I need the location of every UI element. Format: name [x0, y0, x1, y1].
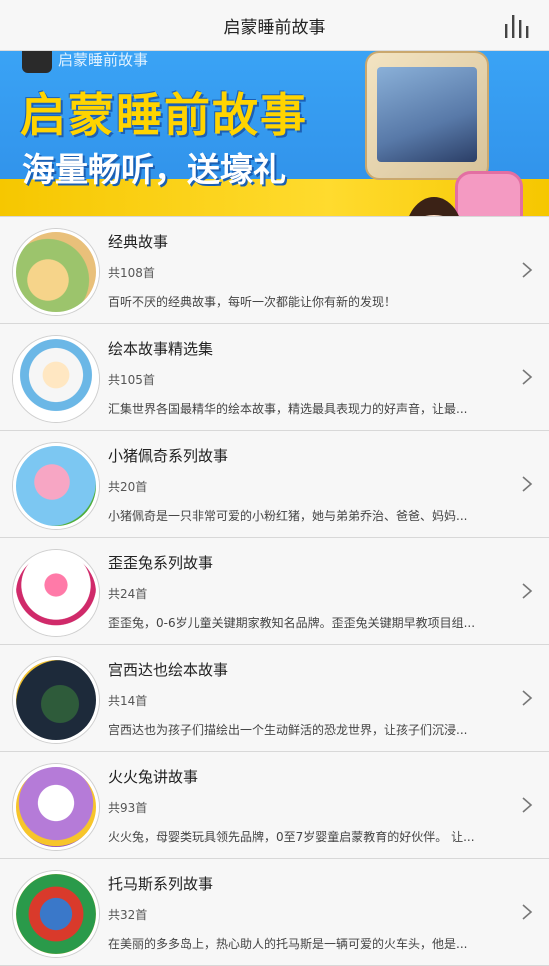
item-desc: 宫西达也为孩子们描绘出一个生动鲜活的恐龙世界，让孩子们沉浸... [108, 723, 468, 737]
banner-headline: 启蒙睡前故事 [20, 88, 308, 142]
app-logo-icon [22, 51, 52, 73]
item-desc: 小猪佩奇是一只非常可爱的小粉红猪，她与弟弟乔治、爸爸、妈妈... [108, 509, 468, 523]
chevron-right-icon [522, 369, 533, 385]
item-desc: 歪歪兔，0-6岁儿童关键期家教知名品牌。歪歪兔关键期早教项目组... [108, 616, 476, 630]
chevron-right-icon [522, 262, 533, 278]
list-item[interactable]: 火火兔讲故事 共93首 火火兔，母婴类玩具领先品牌，0至7岁婴童启蒙教育的好伙伴… [0, 752, 549, 859]
chevron-right-icon [522, 476, 533, 492]
item-count: 共20首 [108, 480, 148, 494]
item-title: 歪歪兔系列故事 [108, 554, 214, 572]
classic-story-thumb [13, 229, 99, 315]
item-count: 共108首 [108, 266, 155, 280]
list-item[interactable]: 托马斯系列故事 共32首 在美丽的多多岛上，热心助人的托马斯是一辆可爱的火车头，… [0, 859, 549, 966]
list-item[interactable]: 宫西达也绘本故事 共14首 宫西达也为孩子们描绘出一个生动鲜活的恐龙世界，让孩子… [0, 645, 549, 752]
item-count: 共32首 [108, 908, 148, 922]
list-item[interactable]: 绘本故事精选集 共105首 汇集世界各国最精华的绘本故事，精选最具表现力的好声音… [0, 324, 549, 431]
list-item[interactable]: 歪歪兔系列故事 共24首 歪歪兔，0-6岁儿童关键期家教知名品牌。歪歪兔关键期早… [0, 538, 549, 645]
peppa-pig-thumb [13, 443, 99, 529]
list-item[interactable]: 小猪佩奇系列故事 共20首 小猪佩奇是一只非常可爱的小粉红猪，她与弟弟乔治、爸爸… [0, 431, 549, 538]
item-count: 共24首 [108, 587, 148, 601]
item-count: 共14首 [108, 694, 148, 708]
item-title: 绘本故事精选集 [108, 340, 214, 358]
banner-slogan: 海量畅听，送壕礼 [22, 150, 286, 189]
thomas-thumb [13, 871, 99, 957]
chevron-right-icon [522, 690, 533, 706]
chevron-right-icon [522, 583, 533, 599]
item-desc: 汇集世界各国最精华的绘本故事，精选最具表现力的好声音，让最... [108, 402, 468, 416]
item-count: 共93首 [108, 801, 148, 815]
bars-icon[interactable] [503, 12, 531, 38]
banner-small-title: 启蒙睡前故事 [58, 51, 149, 69]
list-item[interactable]: 经典故事 共108首 百听不厌的经典故事，每听一次都能让你有新的发现！ [0, 216, 549, 324]
page-title: 启蒙睡前故事 [223, 17, 326, 38]
item-desc: 在美丽的多多岛上，热心助人的托马斯是一辆可爱的火车头，他是... [108, 937, 468, 951]
item-title: 托马斯系列故事 [108, 875, 214, 893]
story-list: 经典故事 共108首 百听不厌的经典故事，每听一次都能让你有新的发现！ 绘本故事… [0, 216, 549, 966]
item-count: 共105首 [108, 373, 155, 387]
picture-book-thumb [13, 336, 99, 422]
app-header: 启蒙睡前故事 [0, 0, 549, 51]
item-title: 宫西达也绘本故事 [108, 661, 229, 679]
smartwatch-image [455, 171, 523, 216]
item-title: 火火兔讲故事 [108, 768, 199, 786]
item-desc: 火火兔，母婴类玩具领先品牌，0至7岁婴童启蒙教育的好伙伴。 让... [108, 830, 475, 844]
phone-image [365, 51, 489, 180]
chevron-right-icon [522, 904, 533, 920]
miyanishi-thumb [13, 657, 99, 743]
chevron-right-icon [522, 797, 533, 813]
waiwaitu-thumb [13, 550, 99, 636]
huohuotu-thumb [13, 764, 99, 850]
item-title: 小猪佩奇系列故事 [108, 447, 229, 465]
promo-banner[interactable]: 启蒙睡前故事 启蒙睡前故事 海量畅听，送壕礼 [0, 51, 549, 216]
item-desc: 百听不厌的经典故事，每听一次都能让你有新的发现！ [108, 295, 397, 309]
item-title: 经典故事 [108, 233, 169, 251]
